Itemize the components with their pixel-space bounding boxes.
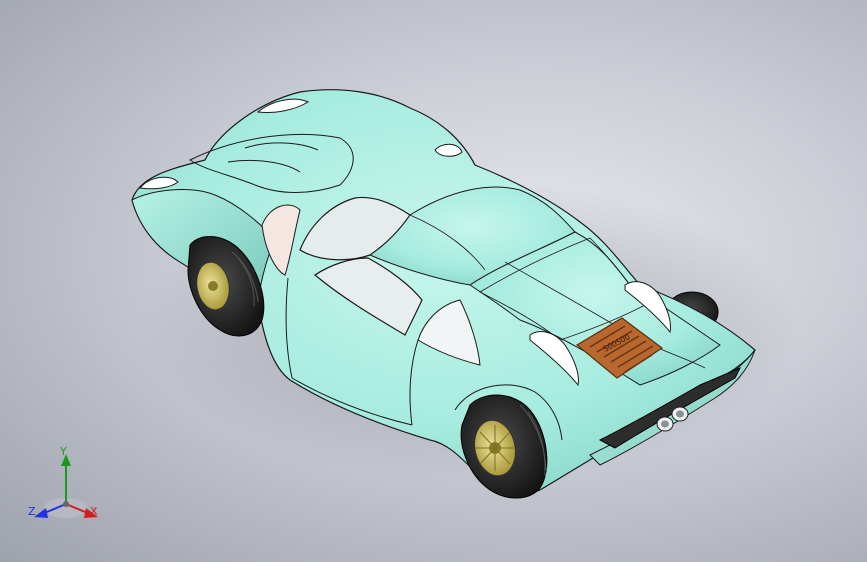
- y-axis-label: Y: [60, 445, 67, 458]
- x-axis-label: X: [90, 505, 98, 518]
- z-axis-label: Z: [28, 505, 36, 518]
- z-axis-arrow-icon: [34, 508, 48, 518]
- orientation-triad[interactable]: Y Z X: [18, 444, 118, 534]
- triad-graphic: [34, 454, 98, 518]
- 3d-model-viewport[interactable]: SOOSOO Y Z X: [0, 0, 867, 562]
- car-model[interactable]: SOOSOO: [0, 0, 867, 562]
